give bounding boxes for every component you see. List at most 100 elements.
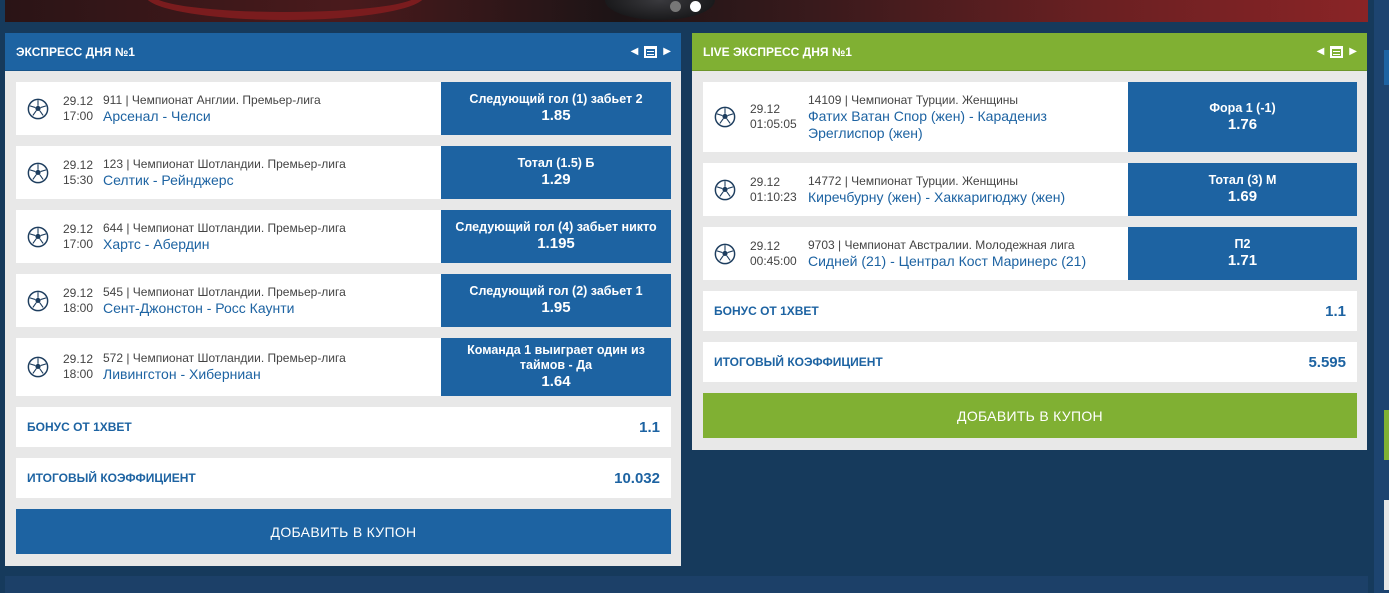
total-odds-row: ИТОГОВЫЙ КОЭФФИЦИЕНТ 10.032	[16, 458, 671, 498]
carousel-dots	[670, 1, 701, 12]
odds-button[interactable]: Следующий гол (4) забьет никто 1.195	[441, 210, 671, 263]
bet-odds: 1.64	[541, 373, 571, 390]
match-date: 29.12	[63, 93, 94, 108]
calendar-icon[interactable]	[1330, 45, 1344, 58]
sidebar-edge-tab[interactable]	[1384, 50, 1389, 85]
match-date: 29.12	[750, 102, 781, 116]
match-time: 18:00	[63, 300, 94, 315]
chevron-right-icon[interactable]: ▶	[1349, 46, 1357, 57]
bet-odds: 1.71	[1227, 252, 1258, 269]
match-teams[interactable]: Ливингстон - Хиберниан	[103, 366, 346, 383]
bet-type: Тотал (1.5) Б	[517, 156, 595, 170]
match-league: 545 | Чемпионат Шотландии. Премьер-лига	[103, 284, 346, 299]
bet-row-info: 29.12 15:30 123 | Чемпионат Шотландии. П…	[16, 146, 441, 199]
odds-button[interactable]: Следующий гол (1) забьет 2 1.85	[441, 82, 671, 135]
odds-button[interactable]: Тотал (3) М 1.69	[1128, 163, 1357, 216]
bet-odds: 1.29	[541, 171, 571, 188]
bet-row-info: 29.12 17:00 911 | Чемпионат Англии. Прем…	[16, 82, 441, 135]
match-time: 01:05:05	[750, 117, 797, 131]
match-league: 14109 | Чемпионат Турции. Женщины	[808, 92, 1019, 107]
odds-button[interactable]: П2 1.71	[1128, 227, 1357, 280]
football-icon	[714, 243, 736, 264]
total-odds-value: 5.595	[1308, 353, 1346, 371]
match-time: 17:00	[63, 108, 94, 123]
match-datetime: 29.12 17:00	[63, 222, 103, 252]
football-icon	[27, 290, 49, 311]
bet-type: П2	[1234, 237, 1251, 251]
sidebar-edge-tab-green[interactable]	[1384, 410, 1389, 460]
bet-row-info: 29.12 18:00 572 | Чемпионат Шотландии. П…	[16, 338, 441, 396]
match-details: 644 | Чемпионат Шотландии. Премьер-лига …	[103, 221, 346, 253]
football-icon	[714, 106, 736, 128]
panel-header: ЭКСПРЕСС ДНЯ №1 ◀ ▶	[5, 33, 681, 71]
bet-row: 29.12 15:30 123 | Чемпионат Шотландии. П…	[16, 146, 671, 199]
bet-type: Следующий гол (2) забьет 1	[469, 284, 643, 298]
match-details: 14772 | Чемпионат Турции. Женщины Киречб…	[808, 174, 1065, 206]
bonus-row: БОНУС ОТ 1XBET 1.1	[703, 291, 1357, 331]
football-icon	[27, 226, 49, 247]
match-datetime: 29.12 15:30	[63, 158, 103, 188]
match-details: 9703 | Чемпионат Австралии. Молодежная л…	[808, 238, 1086, 270]
bet-row-info: 29.12 17:00 644 | Чемпионат Шотландии. П…	[16, 210, 441, 263]
bonus-label: БОНУС ОТ 1XBET	[714, 304, 819, 318]
match-date: 29.12	[63, 221, 94, 236]
bet-odds: 1.95	[541, 299, 571, 316]
odds-button[interactable]: Команда 1 выиграет один из таймов - Да 1…	[441, 338, 671, 396]
bet-row: 29.12 17:00 644 | Чемпионат Шотландии. П…	[16, 210, 671, 263]
bet-row: 29.12 18:00 545 | Чемпионат Шотландии. П…	[16, 274, 671, 327]
match-teams[interactable]: Сидней (21) - Централ Кост Маринерс (21)	[808, 253, 1086, 270]
match-time: 00:45:00	[750, 253, 797, 268]
panel-title: LIVE ЭКСПРЕСС ДНЯ №1	[703, 44, 852, 59]
match-teams[interactable]: Селтик - Рейнджерс	[103, 172, 346, 189]
panel-title: ЭКСПРЕСС ДНЯ №1	[16, 44, 135, 59]
match-datetime: 29.12 01:05:05	[750, 102, 808, 132]
odds-button[interactable]: Фора 1 (-1) 1.76	[1128, 82, 1357, 152]
carousel-dot[interactable]	[670, 1, 681, 12]
match-time: 18:00	[63, 367, 94, 381]
add-to-coupon-button[interactable]: ДОБАВИТЬ В КУПОН	[703, 393, 1357, 438]
bet-row: 29.12 17:00 911 | Чемпионат Англии. Прем…	[16, 82, 671, 135]
sidebar-edge-panel	[1384, 500, 1389, 590]
total-odds-row: ИТОГОВЫЙ КОЭФФИЦИЕНТ 5.595	[703, 342, 1357, 382]
calendar-icon[interactable]	[644, 45, 658, 58]
bet-row-info: 29.12 18:00 545 | Чемпионат Шотландии. П…	[16, 274, 441, 327]
match-details: 123 | Чемпионат Шотландии. Премьер-лига …	[103, 157, 346, 189]
bottom-strip	[5, 576, 1368, 593]
football-icon	[27, 162, 49, 183]
right-sidebar-edge	[1374, 0, 1389, 593]
match-details: 572 | Чемпионат Шотландии. Премьер-лига …	[103, 351, 346, 383]
chevron-left-icon[interactable]: ◀	[631, 46, 639, 57]
match-date: 29.12	[750, 174, 781, 189]
banner-emblem	[145, 0, 425, 20]
bet-list: 29.12 17:00 911 | Чемпионат Англии. Прем…	[5, 71, 681, 554]
match-date: 29.12	[750, 238, 781, 253]
bet-list: 29.12 01:05:05 14109 | Чемпионат Турции.…	[692, 71, 1367, 438]
match-details: 911 | Чемпионат Англии. Премьер-лига Арс…	[103, 93, 321, 125]
bet-row: 29.12 01:10:23 14772 | Чемпионат Турции.…	[703, 163, 1357, 216]
panel-header: LIVE ЭКСПРЕСС ДНЯ №1 ◀ ▶	[692, 33, 1367, 71]
bet-type: Следующий гол (1) забьет 2	[469, 92, 643, 106]
match-teams[interactable]: Хартс - Абердин	[103, 236, 346, 253]
odds-button[interactable]: Следующий гол (2) забьет 1 1.95	[441, 274, 671, 327]
match-league: 644 | Чемпионат Шотландии. Премьер-лига	[103, 220, 346, 235]
match-teams[interactable]: Фатих Ватан Спор (жен) - Карадениз Эрегл…	[808, 108, 1068, 142]
chevron-right-icon[interactable]: ▶	[663, 46, 671, 57]
bet-type: Тотал (3) М	[1208, 173, 1277, 187]
bonus-label: БОНУС ОТ 1XBET	[27, 420, 132, 434]
bet-type: Следующий гол (4) забьет никто	[455, 220, 657, 234]
match-league: 911 | Чемпионат Англии. Премьер-лига	[103, 92, 321, 107]
match-teams[interactable]: Сент-Джонстон - Росс Каунти	[103, 300, 346, 317]
match-teams[interactable]: Киречбурну (жен) - Хаккаригюджу (жен)	[808, 189, 1065, 206]
carousel-dot-active[interactable]	[690, 1, 701, 12]
match-time: 01:10:23	[750, 189, 797, 204]
football-icon	[27, 98, 49, 119]
match-teams[interactable]: Арсенал - Челси	[103, 108, 321, 125]
add-to-coupon-button[interactable]: ДОБАВИТЬ В КУПОН	[16, 509, 671, 554]
match-time: 17:00	[63, 236, 94, 251]
chevron-left-icon[interactable]: ◀	[1317, 46, 1325, 57]
total-odds-label: ИТОГОВЫЙ КОЭФФИЦИЕНТ	[714, 355, 883, 369]
match-datetime: 29.12 17:00	[63, 94, 103, 124]
odds-button[interactable]: Тотал (1.5) Б 1.29	[441, 146, 671, 199]
match-league: 9703 | Чемпионат Австралии. Молодежная л…	[808, 237, 1075, 252]
bonus-value: 1.1	[1325, 302, 1346, 320]
